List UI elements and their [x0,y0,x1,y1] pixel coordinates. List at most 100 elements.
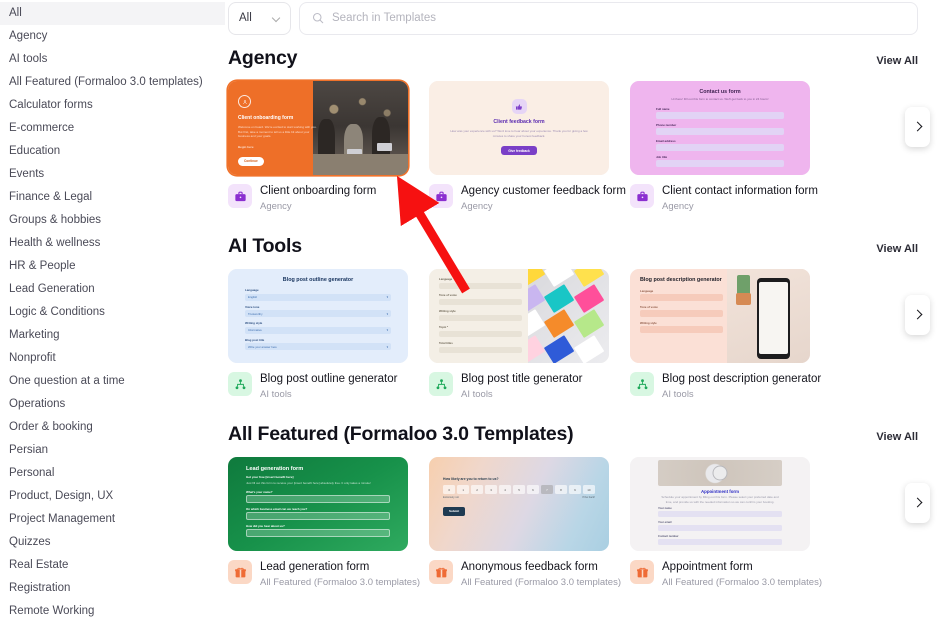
nps-option[interactable]: 1 [456,485,470,494]
sidebar-item-remote-working[interactable]: Remote Working [0,600,225,623]
preview-select [640,326,723,333]
nps-option[interactable]: 6 [526,485,540,494]
nps-option[interactable]: 5 [512,485,526,494]
sidebar-item-label: Finance & Legal [9,191,93,203]
sidebar-item-operations[interactable]: Operations [0,393,225,416]
sidebar-item-label: Logic & Conditions [9,306,105,318]
template-thumbnail[interactable]: Language Tone of voice Writing style Topic … [429,269,609,363]
sidebar-item-all[interactable]: All [0,2,225,25]
card-row: Lead generation form Get your free [inser… [228,457,930,588]
template-thumbnail[interactable]: Blog post outline generator Language Engli… [228,269,408,363]
sidebar-item-agency[interactable]: Agency [0,25,225,48]
sidebar-item-label: Remote Working [9,605,95,617]
template-card[interactable]: Language Tone of voice Writing style Topic … [429,269,609,400]
sidebar-item-hr-people[interactable]: HR & People [0,255,225,278]
sidebar-item-label: Calculator forms [9,99,93,111]
sidebar-item-one-question-at-a-time[interactable]: One question at a time [0,370,225,393]
template-thumbnail[interactable]: Appointment form Schedule your appointmen… [630,457,810,551]
carousel-next-button[interactable] [905,483,930,523]
thumb-art: Language Tone of voice Writing style Topic … [429,269,609,363]
carousel-next-button[interactable] [905,107,930,147]
stopwatch-photo [658,460,782,486]
sidebar-item-groups-hobbies[interactable]: Groups & hobbies [0,209,225,232]
sidebar-item-health-wellness[interactable]: Health & wellness [0,232,225,255]
template-card[interactable]: Lead generation form Get your free [inser… [228,457,420,588]
view-all-link[interactable]: View All [876,243,918,255]
template-thumbnail[interactable]: Contact us form Hi there! Fill out this f… [630,81,810,175]
sidebar-item-nonprofit[interactable]: Nonprofit [0,347,225,370]
nps-option[interactable]: 8 [554,485,568,494]
template-card[interactable]: Client onboarding form Welcome on board. … [228,81,408,212]
sidebar-item-label: Operations [9,398,66,410]
search-input[interactable]: Search in Templates [299,1,918,35]
sidebar-item-finance-legal[interactable]: Finance & Legal [0,186,225,209]
sidebar-item-label: Registration [9,582,71,594]
template-thumbnail[interactable]: Blog post description generator Language T… [630,269,810,363]
nps-option[interactable]: 4 [498,485,512,494]
sidebar-item-product-design-ux[interactable]: Product, Design, UX [0,485,225,508]
sidebar-item-persian[interactable]: Persian [0,439,225,462]
template-category: Agency [260,201,292,212]
sidebar-item-personal[interactable]: Personal [0,462,225,485]
preview-field [246,495,390,503]
template-thumbnail[interactable]: How likely are you to return to us? 0 1 2 3 4… [429,457,609,551]
sidebar-item-label: Order & booking [9,421,93,433]
template-thumbnail[interactable]: Lead generation form Get your free [inser… [228,457,408,551]
sidebar-item-logic-conditions[interactable]: Logic & Conditions [0,301,225,324]
sidebar-item-ai-tools[interactable]: AI tools [0,48,225,71]
sidebar-item-quizzes[interactable]: Quizzes [0,531,225,554]
nps-option[interactable]: 7 [540,485,554,494]
template-card[interactable]: Contact us form Hi there! Fill out this f… [630,81,818,212]
sidebar-item-label: E-commerce [9,122,75,134]
sidebar-item-education[interactable]: Education [0,140,225,163]
template-card[interactable]: How likely are you to return to us? 0 1 2 3 4… [429,457,621,588]
search-icon [312,12,324,24]
preview-select [640,310,723,317]
template-thumbnail[interactable]: Client feedback form How was your experie… [429,81,609,175]
thumb-art: Contact us form Hi there! Fill out this f… [630,81,810,175]
preview-field [656,144,784,151]
template-title: Lead generation form [260,561,370,573]
sidebar-item-calculator-forms[interactable]: Calculator forms [0,94,225,117]
template-card[interactable]: Blog post outline generator Language Engli… [228,269,408,400]
template-meta: Appointment form All Featured (Formaloo 3… [630,560,822,588]
sidebar-item-project-management[interactable]: Project Management [0,508,225,531]
sidebar-item-lead-generation[interactable]: Lead Generation [0,278,225,301]
nps-option[interactable]: 2 [470,485,484,494]
sidebar-item-order-booking[interactable]: Order & booking [0,416,225,439]
template-title: Anonymous feedback form [461,561,598,573]
chevron-right-icon [914,311,922,319]
card-row: Client onboarding form Welcome on board. … [228,81,930,212]
nps-option[interactable]: 9 [568,485,582,494]
template-card[interactable]: Client feedback form How was your experie… [429,81,626,212]
nps-option[interactable]: 3 [484,485,498,494]
template-meta: Lead generation form All Featured (Formal… [228,560,420,588]
section-title: All Featured (Formaloo 3.0 Templates) [228,423,574,445]
sidebar-item-label: Nonprofit [9,352,56,364]
template-card[interactable]: Blog post description generator Language T… [630,269,821,400]
sidebar-item-marketing[interactable]: Marketing [0,324,225,347]
preview-select: Informative ▾ [245,326,391,334]
nps-option[interactable]: 10 [582,485,596,494]
sidebar-item-real-estate[interactable]: Real Estate [0,554,225,577]
category-filter-select[interactable]: All [228,1,291,35]
sidebar-item-all-featured-formaloo-3-0-templates[interactable]: All Featured (Formaloo 3.0 templates) [0,71,225,94]
template-category: Agency [461,201,493,212]
preview-field [656,128,784,135]
template-title: Blog post outline generator [260,373,398,385]
sidebar-item-events[interactable]: Events [0,163,225,186]
preview-field [658,525,782,532]
template-card[interactable]: Appointment form Schedule your appointmen… [630,457,822,588]
template-meta: Blog post description generator AI tools [630,372,821,400]
view-all-link[interactable]: View All [876,55,918,67]
carousel-next-button[interactable] [905,295,930,335]
template-title: Client onboarding form [260,185,377,197]
view-all-link[interactable]: View All [876,431,918,443]
sidebar-item-e-commerce[interactable]: E-commerce [0,117,225,140]
sidebar-item-label: Groups & hobbies [9,214,102,226]
onboarding-photo [312,81,408,175]
nps-option[interactable]: 0 [443,485,456,494]
thumbs-up-icon [511,99,527,115]
template-thumbnail[interactable]: Client onboarding form Welcome on board. … [228,81,408,175]
sidebar-item-registration[interactable]: Registration [0,577,225,600]
